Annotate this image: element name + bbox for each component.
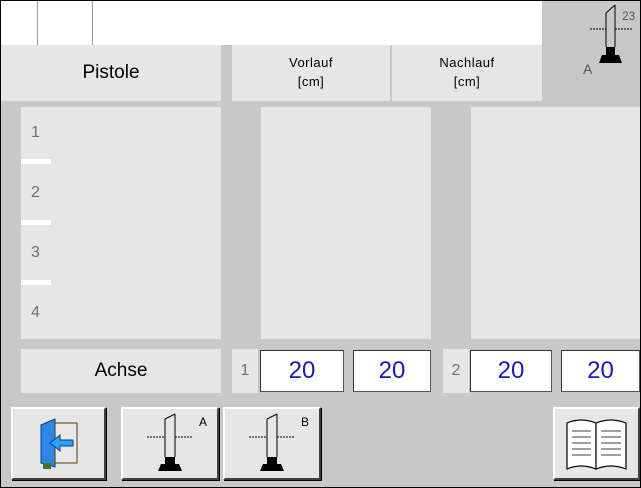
vorlauf-column [261,107,431,339]
axis-a-label: A [199,415,208,429]
axis-b-label: B [301,415,310,429]
title-segment-divider [92,1,93,45]
pistole-row[interactable]: 1 [21,107,221,161]
achse-label-box: Achse [21,349,221,393]
manual-button[interactable] [553,407,640,480]
nachlauf-column [471,107,640,339]
row-separator [21,220,51,225]
axis1-vorlauf-input[interactable]: 20 [260,350,344,392]
axis2-vorlauf-input[interactable]: 20 [470,350,552,392]
pistole-row-number: 4 [31,304,40,321]
header-pistole-label: Pistole [82,62,140,83]
achse-label: Achse [94,360,148,381]
header-nachlauf-unit: [cm] [453,74,481,89]
header-nachlauf-title: Nachlauf [439,55,495,70]
axis1-nachlauf-input[interactable]: 20 [353,350,431,392]
pistole-row[interactable]: 3 [21,227,221,281]
row-separator [21,280,51,285]
axis-b-button[interactable]: B [223,407,321,480]
header-pistole: Pistole [1,45,221,101]
pistole-row-number: 2 [31,184,40,201]
axis1-number: 1 [232,349,258,393]
header-vorlauf-title: Vorlauf [289,55,333,70]
axis2-nachlauf-input[interactable]: 20 [561,350,640,392]
main-window: A 23 Pistole Vorlauf [cm] Nachlauf [cm] … [0,0,641,488]
toolbar: A B [1,401,640,487]
title-bar [1,1,542,45]
header-vorlauf: Vorlauf [cm] [232,45,390,101]
header-vorlauf-unit: [cm] [297,74,325,89]
pistole-row-number: 1 [31,124,40,141]
axis1-number-text: 1 [240,362,250,379]
row-separator [21,159,51,164]
pistole-row-number: 3 [31,244,40,261]
axis-a-button[interactable]: A [121,407,219,480]
pistole-row[interactable]: 2 [21,167,221,221]
axis-indicator: A 23 [542,1,640,101]
exit-button[interactable] [11,407,106,480]
axis2-number-text: 2 [451,362,461,379]
header-nachlauf: Nachlauf [cm] [392,45,542,101]
axis-indicator-number: 23 [622,9,636,23]
manual-book-icon [566,419,627,470]
axis2-number: 2 [443,349,469,393]
exit-icon [40,418,78,469]
pistole-row[interactable]: 4 [21,287,221,339]
axis-indicator-label: A [583,61,593,77]
title-segment-divider [37,1,38,45]
